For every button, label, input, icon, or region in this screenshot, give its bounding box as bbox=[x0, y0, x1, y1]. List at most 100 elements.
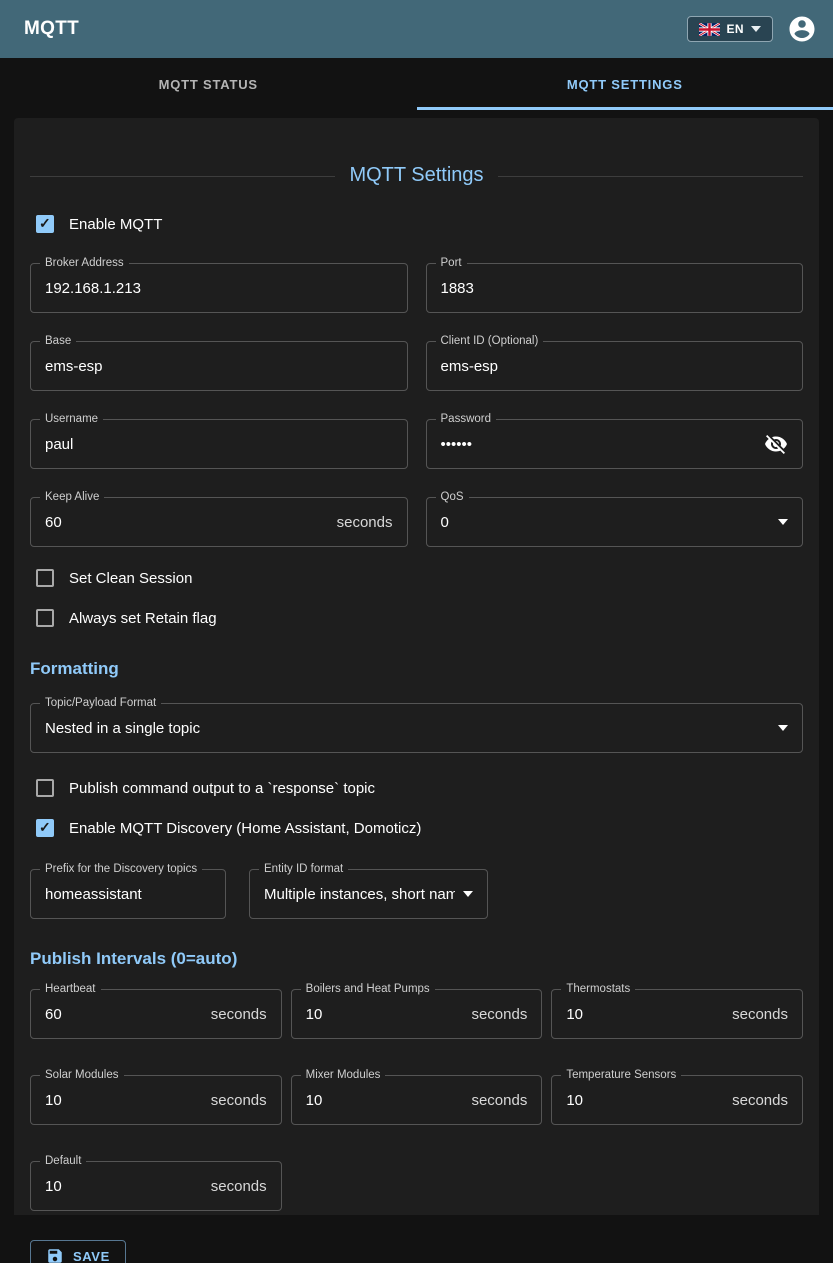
account-avatar-icon[interactable] bbox=[787, 14, 817, 44]
interval-unit: seconds bbox=[471, 1006, 527, 1023]
interval-label: Mixer Modules bbox=[301, 1068, 386, 1083]
tab-bar: MQTT STATUS MQTT SETTINGS bbox=[0, 58, 833, 110]
mqtt-discovery-checkbox[interactable] bbox=[36, 819, 54, 837]
discovery-prefix-label: Prefix for the Discovery topics bbox=[40, 862, 202, 877]
interval-field-mixer[interactable]: Mixer Modules 10 seconds bbox=[291, 1075, 543, 1125]
app-header: MQTT EN bbox=[0, 0, 833, 58]
dropdown-caret-icon bbox=[463, 891, 473, 897]
username-value: paul bbox=[45, 436, 393, 453]
base-field[interactable]: Base ems-esp bbox=[30, 341, 408, 391]
qos-select[interactable]: QoS 0 bbox=[426, 497, 804, 547]
app-title: MQTT bbox=[24, 18, 79, 40]
response-topic-label: Publish command output to a `response` t… bbox=[69, 780, 375, 797]
interval-label: Heartbeat bbox=[40, 982, 101, 997]
password-label: Password bbox=[436, 412, 497, 427]
interval-value: 10 bbox=[566, 1092, 724, 1109]
interval-field-thermostats[interactable]: Thermostats 10 seconds bbox=[551, 989, 803, 1039]
visibility-off-icon[interactable] bbox=[764, 432, 788, 456]
entity-id-format-value: Multiple instances, short name bbox=[264, 886, 455, 903]
base-value: ems-esp bbox=[45, 358, 393, 375]
password-value: •••••• bbox=[441, 436, 757, 453]
port-field[interactable]: Port 1883 bbox=[426, 263, 804, 313]
mqtt-settings-panel: MQTT Settings Enable MQTT Broker Address… bbox=[14, 118, 819, 1215]
client-id-field[interactable]: Client ID (Optional) ems-esp bbox=[426, 341, 804, 391]
chevron-down-icon bbox=[751, 26, 761, 32]
topic-payload-format-label: Topic/Payload Format bbox=[40, 696, 161, 711]
interval-label: Temperature Sensors bbox=[561, 1068, 681, 1083]
interval-label: Solar Modules bbox=[40, 1068, 124, 1083]
tab-mqtt-status[interactable]: MQTT STATUS bbox=[0, 58, 417, 110]
interval-field-boilers[interactable]: Boilers and Heat Pumps 10 seconds bbox=[291, 989, 543, 1039]
clean-session-checkbox-row[interactable]: Set Clean Session bbox=[30, 569, 803, 587]
language-selector[interactable]: EN bbox=[687, 16, 773, 42]
interval-field-default[interactable]: Default 10 seconds bbox=[30, 1161, 282, 1211]
response-topic-checkbox-row[interactable]: Publish command output to a `response` t… bbox=[30, 779, 803, 797]
topic-payload-format-value: Nested in a single topic bbox=[45, 720, 770, 737]
interval-unit: seconds bbox=[732, 1092, 788, 1109]
interval-value: 60 bbox=[45, 1006, 203, 1023]
save-floppy-icon bbox=[46, 1247, 64, 1263]
broker-fields-grid: Broker Address 192.168.1.213 Port 1883 B… bbox=[30, 263, 803, 547]
qos-label: QoS bbox=[436, 490, 469, 505]
response-topic-checkbox[interactable] bbox=[36, 779, 54, 797]
topic-payload-format-select[interactable]: Topic/Payload Format Nested in a single … bbox=[30, 703, 803, 753]
panel-title-row: MQTT Settings bbox=[30, 118, 803, 187]
uk-flag-icon bbox=[699, 23, 720, 36]
dropdown-caret-icon bbox=[778, 519, 788, 525]
interval-value: 10 bbox=[45, 1092, 203, 1109]
title-divider-right bbox=[498, 176, 803, 177]
interval-field-temperature[interactable]: Temperature Sensors 10 seconds bbox=[551, 1075, 803, 1125]
interval-field-solar[interactable]: Solar Modules 10 seconds bbox=[30, 1075, 282, 1125]
interval-unit: seconds bbox=[211, 1092, 267, 1109]
mqtt-discovery-checkbox-row[interactable]: Enable MQTT Discovery (Home Assistant, D… bbox=[30, 819, 803, 837]
enable-mqtt-checkbox-row[interactable]: Enable MQTT bbox=[30, 215, 803, 233]
dropdown-caret-icon bbox=[778, 725, 788, 731]
intervals-grid: Heartbeat 60 seconds Boilers and Heat Pu… bbox=[30, 989, 803, 1125]
password-field[interactable]: Password •••••• bbox=[426, 419, 804, 469]
active-tab-indicator bbox=[417, 107, 833, 110]
publish-intervals-heading: Publish Intervals (0=auto) bbox=[30, 949, 803, 969]
tab-mqtt-settings[interactable]: MQTT SETTINGS bbox=[417, 58, 833, 110]
entity-id-format-select[interactable]: Entity ID format Multiple instances, sho… bbox=[249, 869, 488, 919]
retain-flag-checkbox[interactable] bbox=[36, 609, 54, 627]
save-button-label: SAVE bbox=[73, 1249, 110, 1263]
username-field[interactable]: Username paul bbox=[30, 419, 408, 469]
client-id-label: Client ID (Optional) bbox=[436, 334, 544, 349]
interval-label: Boilers and Heat Pumps bbox=[301, 982, 435, 997]
enable-mqtt-checkbox[interactable] bbox=[36, 215, 54, 233]
interval-unit: seconds bbox=[211, 1006, 267, 1023]
client-id-value: ems-esp bbox=[441, 358, 789, 375]
interval-unit: seconds bbox=[211, 1178, 267, 1195]
clean-session-checkbox[interactable] bbox=[36, 569, 54, 587]
discovery-prefix-field[interactable]: Prefix for the Discovery topics homeassi… bbox=[30, 869, 226, 919]
port-value: 1883 bbox=[441, 280, 789, 297]
interval-unit: seconds bbox=[732, 1006, 788, 1023]
interval-value: 10 bbox=[566, 1006, 724, 1023]
interval-label: Thermostats bbox=[561, 982, 635, 997]
qos-value: 0 bbox=[441, 514, 771, 531]
clean-session-label: Set Clean Session bbox=[69, 570, 192, 587]
keep-alive-label: Keep Alive bbox=[40, 490, 104, 505]
broker-address-label: Broker Address bbox=[40, 256, 129, 271]
mqtt-discovery-label: Enable MQTT Discovery (Home Assistant, D… bbox=[69, 820, 421, 837]
interval-field-heartbeat[interactable]: Heartbeat 60 seconds bbox=[30, 989, 282, 1039]
interval-label: Default bbox=[40, 1154, 86, 1169]
enable-mqtt-label: Enable MQTT bbox=[69, 216, 162, 233]
interval-unit: seconds bbox=[471, 1092, 527, 1109]
default-interval-grid: Default 10 seconds bbox=[30, 1161, 803, 1211]
interval-value: 10 bbox=[306, 1006, 464, 1023]
username-label: Username bbox=[40, 412, 103, 427]
page-title: MQTT Settings bbox=[349, 164, 483, 187]
broker-address-field[interactable]: Broker Address 192.168.1.213 bbox=[30, 263, 408, 313]
formatting-heading: Formatting bbox=[30, 659, 803, 679]
broker-address-value: 192.168.1.213 bbox=[45, 280, 393, 297]
save-button[interactable]: SAVE bbox=[30, 1240, 126, 1263]
port-label: Port bbox=[436, 256, 467, 271]
base-label: Base bbox=[40, 334, 76, 349]
keep-alive-field[interactable]: Keep Alive 60 seconds bbox=[30, 497, 408, 547]
interval-value: 10 bbox=[45, 1178, 203, 1195]
discovery-prefix-value: homeassistant bbox=[45, 886, 211, 903]
retain-flag-label: Always set Retain flag bbox=[69, 610, 217, 627]
retain-flag-checkbox-row[interactable]: Always set Retain flag bbox=[30, 609, 803, 627]
interval-value: 10 bbox=[306, 1092, 464, 1109]
